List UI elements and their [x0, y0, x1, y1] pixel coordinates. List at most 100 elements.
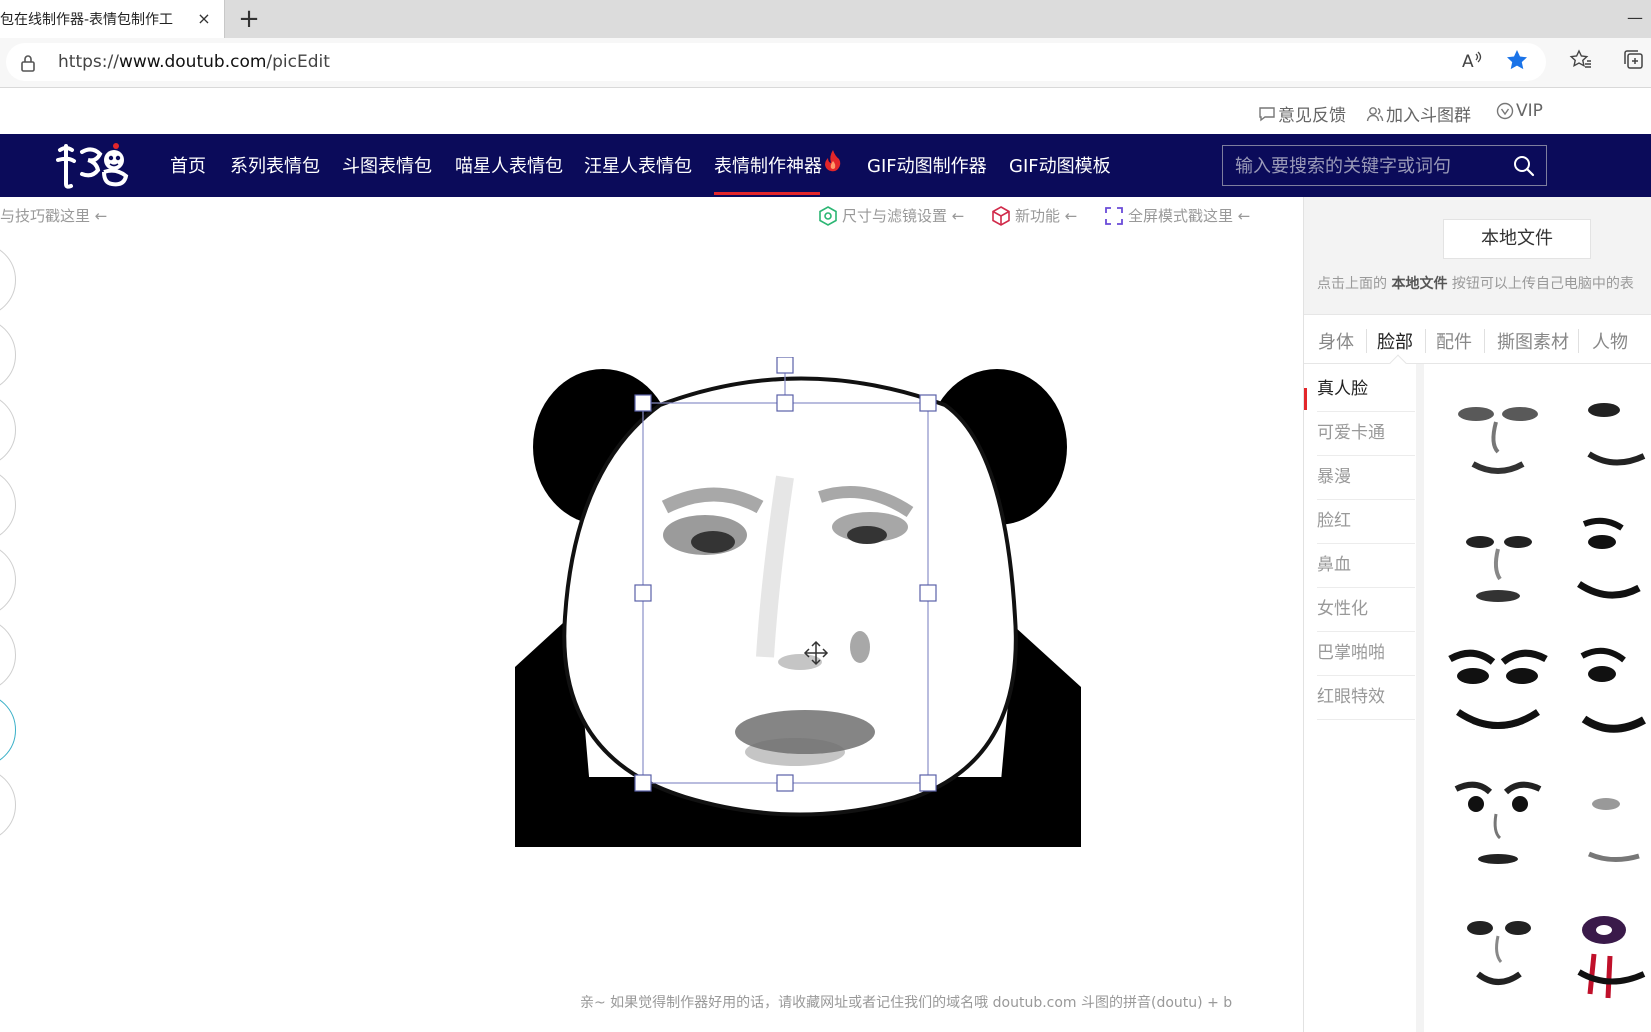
resize-handle[interactable]	[919, 394, 937, 412]
local-file-button[interactable]: 本地文件	[1443, 219, 1591, 259]
face-thumbnail[interactable]	[1438, 634, 1556, 752]
vip-link[interactable]: VIP	[1496, 101, 1543, 121]
active-category-marker	[1304, 388, 1307, 410]
rotate-handle[interactable]	[776, 357, 794, 374]
svg-text:A: A	[1462, 52, 1474, 72]
tab-body[interactable]: 身体	[1318, 328, 1354, 354]
category-real-face[interactable]: 真人脸	[1317, 368, 1415, 412]
feedback-icon	[1259, 106, 1275, 121]
tab-divider	[1484, 329, 1485, 353]
favorite-star-icon[interactable]	[1505, 48, 1529, 72]
search-icon[interactable]	[1512, 154, 1536, 178]
resize-handle[interactable]	[634, 774, 652, 792]
feedback-link[interactable]: 意见反馈	[1258, 101, 1346, 126]
resize-handle[interactable]	[776, 394, 794, 412]
face-thumbnail-grid	[1424, 364, 1651, 1032]
face-thumbnail[interactable]	[1438, 504, 1556, 622]
tab-divider	[1425, 329, 1426, 353]
tool-circle-button-selected[interactable]	[0, 693, 16, 767]
search-input[interactable]	[1235, 155, 1505, 177]
hint-suffix: 按钮可以上传自己电脑中的表	[1447, 276, 1634, 292]
tool-circle-button[interactable]	[0, 318, 16, 392]
utility-bar: 意见反馈 加入斗图群 VIP	[0, 89, 1651, 134]
nav-dog-stickers[interactable]: 汪星人表情包	[584, 152, 692, 178]
category-list: 真人脸 可爱卡通 暴漫 脸红 鼻血 女性化 巴掌啪啪 红眼特效	[1304, 364, 1416, 1032]
main-nav: 首页 系列表情包 斗图表情包 喵星人表情包 汪星人表情包 表情制作神器 GIF动…	[0, 134, 1651, 197]
nav-home[interactable]: 首页	[170, 152, 206, 178]
category-feminized[interactable]: 女性化	[1317, 588, 1415, 632]
category-blush[interactable]: 脸红	[1317, 500, 1415, 544]
join-group-link[interactable]: 加入斗图群	[1366, 101, 1471, 126]
join-group-label: 加入斗图群	[1386, 106, 1471, 126]
new-tab-button[interactable]: +	[234, 4, 264, 34]
asset-panel: 本地文件 点击上面的 本地文件 按钮可以上传自己电脑中的表 身体 脸部 配件 撕…	[1303, 197, 1651, 1032]
nav-gif-maker[interactable]: GIF动图制作器	[867, 152, 987, 178]
resize-handle[interactable]	[919, 774, 937, 792]
tool-circle-button[interactable]	[0, 393, 16, 467]
new-feature-label: 新功能 ←	[1015, 207, 1078, 225]
vip-label: VIP	[1516, 101, 1543, 121]
face-thumbnail[interactable]	[1438, 374, 1556, 492]
resize-handle[interactable]	[634, 394, 652, 412]
url-text[interactable]: https://www.doutub.com/picEdit	[58, 52, 330, 72]
size-filter-label: 尺寸与滤镜设置 ←	[842, 207, 965, 225]
minimize-icon[interactable]: —	[1627, 8, 1647, 28]
category-red-eye-effect[interactable]: 红眼特效	[1317, 676, 1415, 720]
face-thumbnail[interactable]	[1564, 894, 1651, 1012]
favorites-list-icon[interactable]	[1569, 48, 1593, 72]
lock-icon[interactable]	[20, 54, 36, 72]
size-filter-settings-link[interactable]: 尺寸与滤镜设置 ←	[818, 205, 964, 226]
read-aloud-icon[interactable]: A	[1460, 48, 1484, 72]
site-logo[interactable]	[52, 138, 138, 194]
face-thumbnail[interactable]	[1438, 764, 1556, 882]
vip-icon	[1496, 102, 1514, 120]
nav-sticker-maker[interactable]: 表情制作神器	[714, 152, 822, 178]
tool-circle-button[interactable]	[0, 543, 16, 617]
tab-divider	[1366, 329, 1367, 353]
fullscreen-link[interactable]: 全屏模式戳这里 ←	[1104, 205, 1250, 226]
category-rage-comic[interactable]: 暴漫	[1317, 456, 1415, 500]
tab-face[interactable]: 脸部	[1377, 328, 1413, 354]
url-path: /picEdit	[266, 52, 330, 72]
tab-close-icon[interactable]: ×	[194, 9, 214, 29]
category-cute-cartoon[interactable]: 可爱卡通	[1317, 412, 1415, 456]
fullscreen-icon	[1105, 206, 1123, 225]
face-thumbnail[interactable]	[1564, 764, 1651, 882]
resize-handle[interactable]	[634, 584, 652, 602]
nav-series-stickers[interactable]: 系列表情包	[230, 152, 320, 178]
resize-handle[interactable]	[776, 774, 794, 792]
tab-torn-material[interactable]: 撕图素材	[1497, 328, 1569, 354]
tool-circle-button[interactable]	[0, 243, 16, 317]
collections-icon[interactable]	[1622, 48, 1646, 72]
face-thumbnail[interactable]	[1438, 894, 1556, 1012]
tool-circle-button[interactable]	[0, 468, 16, 542]
category-nosebleed[interactable]: 鼻血	[1317, 544, 1415, 588]
search-box	[1222, 145, 1547, 186]
new-feature-link[interactable]: 新功能 ←	[991, 205, 1077, 226]
flame-icon	[825, 150, 841, 172]
url-field[interactable]: https://www.doutub.com/picEdit	[6, 43, 1546, 81]
nav-gif-templates[interactable]: GIF动图模板	[1009, 152, 1111, 178]
face-thumbnail[interactable]	[1564, 634, 1651, 752]
tool-circle-button[interactable]	[0, 768, 16, 842]
tips-link[interactable]: 与技巧戳这里 ←	[0, 205, 107, 226]
category-slap[interactable]: 巴掌啪啪	[1317, 632, 1415, 676]
tool-circle-button[interactable]	[0, 618, 16, 692]
sticker-canvas[interactable]	[515, 357, 1081, 847]
tab-accessories[interactable]: 配件	[1436, 328, 1472, 354]
settings-hexagon-icon	[819, 205, 837, 226]
browser-tab[interactable]: 包在线制作器-表情包制作工 ×	[0, 0, 225, 38]
nav-doutu-stickers[interactable]: 斗图表情包	[342, 152, 432, 178]
tab-people[interactable]: 人物	[1592, 328, 1628, 354]
resize-handle[interactable]	[919, 584, 937, 602]
hint-bold: 本地文件	[1391, 276, 1448, 292]
browser-tab-bar: 包在线制作器-表情包制作工 × + —	[0, 0, 1651, 38]
nav-cat-stickers[interactable]: 喵星人表情包	[455, 152, 563, 178]
footer-note: 亲~ 如果觉得制作器好用的话，请收藏网址或者记住我们的域名哦 doutub.co…	[580, 995, 1233, 1011]
face-thumbnail[interactable]	[1564, 504, 1651, 622]
hint-prefix: 点击上面的	[1317, 276, 1392, 292]
face-thumbnail[interactable]	[1564, 374, 1651, 492]
user-group-icon	[1366, 106, 1384, 121]
fullscreen-label: 全屏模式戳这里 ←	[1128, 207, 1251, 225]
tab-divider	[1578, 329, 1579, 353]
